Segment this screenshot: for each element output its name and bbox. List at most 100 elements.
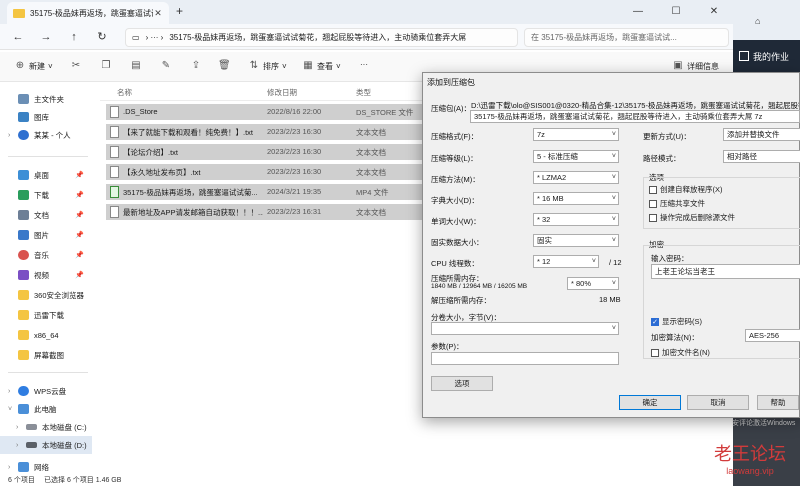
memory-percent-select[interactable]: * 80% ˅ [567, 277, 619, 290]
view-button[interactable]: ▦ 查看 ˅ [302, 60, 340, 72]
pin-icon: 📌 [75, 212, 84, 219]
rename-button[interactable]: ✎ [160, 60, 172, 72]
cancel-button[interactable]: 取消 [687, 395, 749, 410]
sidebar-item-home[interactable]: 主文件夹 [0, 90, 92, 108]
sort-button[interactable]: ⇅ 排序 ˅ [248, 60, 287, 72]
sidebar-item-label: 下载 [34, 190, 49, 200]
delete-source-checkbox[interactable]: 操作完成后删除源文件 [649, 212, 735, 223]
sidebar-item-documents[interactable]: 文档 📌 [0, 206, 92, 224]
sidebar-item-this-pc[interactable]: ˅ 此电脑 [0, 400, 92, 418]
sidebar-item-drive-c[interactable]: › 本地磁盘 (C:) [0, 418, 92, 436]
text-file-icon [110, 166, 119, 178]
maximize-button[interactable]: ☐ [657, 0, 695, 22]
table-row[interactable]: 35175-极品妹再返场，跳蛋塞逼试试菊... 2024/3/21 19:35 … [106, 184, 430, 200]
sidebar-item-wps-cloud[interactable]: › WPS云盘 [0, 382, 92, 400]
sidebar-item-music[interactable]: 音乐 📌 [0, 246, 92, 264]
table-row[interactable]: 最新地址及APP请发邮箱自动获取！！！... 2023/2/23 16:31 文… [106, 204, 430, 220]
details-button[interactable]: ▣ 详细信息 [672, 60, 719, 72]
sort-icon: ⇅ [249, 60, 259, 71]
paste-button[interactable]: ▤ [130, 60, 142, 72]
method-value: * LZMA2 [537, 173, 567, 182]
sidebar-item-360browser[interactable]: 360安全浏览器 [0, 286, 92, 304]
column-header-date[interactable]: 修改日期 [267, 87, 297, 98]
tab-close-icon[interactable]: ✕ [153, 8, 163, 19]
sidebar-item-onedrive[interactable]: › 某某 - 个人 [0, 126, 92, 144]
chevron-right-icon[interactable]: › [8, 464, 18, 471]
sidebar-item-label: 360安全浏览器 [34, 290, 85, 300]
folder-icon [13, 8, 25, 18]
table-row[interactable]: 【论坛介绍】.txt 2023/2/23 16:30 文本文档 [106, 144, 430, 160]
sidebar-item-gallery[interactable]: 图库 [0, 108, 92, 126]
chevron-down-icon: ˅ [591, 258, 596, 265]
split-size-select[interactable]: ˅ [431, 322, 619, 335]
cpu-threads-select[interactable]: * 12 ˅ [533, 255, 599, 268]
delete-button[interactable]: 🗑 [218, 60, 231, 72]
sidebar-item-drive-d[interactable]: › 本地磁盘 (D:) [0, 436, 92, 454]
parameters-label: 参数(P)： [431, 342, 464, 351]
compress-shared-checkbox[interactable]: 压缩共享文件 [649, 198, 705, 209]
archive-name-field[interactable]: 35175-极品妹再返场，跳蛋塞逼试试菊花，翘起屁股等待进入，主动骑乘位套弄大屌… [470, 110, 800, 123]
show-password-checkbox[interactable]: ✓ 显示密码(S) [651, 316, 702, 327]
file-icon [110, 106, 119, 118]
table-row[interactable]: 【来了就能下载和观看！纯免费！】.txt 2023/2/23 16:30 文本文… [106, 124, 430, 140]
account-icon[interactable]: ⌂ [755, 16, 760, 26]
word-size-select[interactable]: * 32 ˅ [533, 213, 619, 226]
column-header-type[interactable]: 类型 [356, 87, 371, 98]
method-select[interactable]: * LZMA2 ˅ [533, 171, 619, 184]
chevron-right-icon[interactable]: › [8, 388, 18, 395]
file-name: 最新地址及APP请发邮箱自动获取！！！... [123, 208, 263, 217]
encryption-method-select[interactable]: AES-256 [745, 329, 800, 342]
chevron-down-icon: ˅ [611, 153, 616, 160]
chevron-right-icon[interactable]: › [8, 132, 18, 139]
search-input[interactable]: 在 35175-极品妹再返场，跳蛋塞逼试试... [524, 28, 729, 47]
sidebar-item-label: 音乐 [34, 250, 49, 260]
chevron-down-icon[interactable]: ˅ [8, 406, 18, 413]
create-sfx-checkbox[interactable]: 创建自释放程序(X) [649, 184, 723, 195]
sidebar-item-screenshots[interactable]: 屏幕截图 [0, 346, 92, 364]
ok-button[interactable]: 确定 [619, 395, 681, 410]
sidebar-item-pictures[interactable]: 图片 📌 [0, 226, 92, 244]
sidebar-item-videos[interactable]: 视频 📌 [0, 266, 92, 284]
update-mode-select[interactable]: 添加并替换文件 [723, 128, 800, 141]
forward-arrow-icon[interactable]: → [38, 29, 54, 45]
password-input[interactable]: 上老王论坛当老王 [651, 264, 800, 279]
options-button[interactable]: 选项 [431, 376, 493, 391]
refresh-icon[interactable]: ↻ [94, 29, 110, 45]
help-button[interactable]: 帮助 [757, 395, 799, 410]
chevron-right-icon[interactable]: › [16, 442, 26, 449]
sidebar-item-desktop[interactable]: 桌面 📌 [0, 166, 92, 184]
more-button[interactable]: ··· [360, 60, 368, 69]
breadcrumb-more-icon[interactable]: › ··· › [146, 33, 164, 42]
path-breadcrumb[interactable]: ▭ › ··· › 35175-极品妹再返场，跳蛋塞逼试试菊花，翘起屁股等待进入… [125, 28, 518, 47]
path-mode-value: 相对路径 [727, 152, 757, 161]
level-select[interactable]: 5 - 标准压缩 ˅ [533, 150, 619, 163]
table-row[interactable]: .DS_Store 2022/8/16 22:00 DS_STORE 文件 [106, 104, 430, 120]
solid-select[interactable]: 固实 ˅ [533, 234, 619, 247]
up-arrow-icon[interactable]: ↑ [66, 29, 82, 45]
new-tab-button[interactable]: + [176, 4, 183, 18]
tab-current-folder[interactable]: 35175-极品妹再返场，跳蛋塞逼试试菊 ✕ [7, 2, 169, 24]
dictionary-select[interactable]: * 16 MB ˅ [533, 192, 619, 205]
new-button[interactable]: ⊕ 新建 ˅ [14, 60, 53, 72]
minimize-button[interactable]: — [619, 0, 657, 22]
table-row[interactable]: 【永久地址发布页】.txt 2023/2/23 16:30 文本文档 [106, 164, 430, 180]
parameters-input[interactable] [431, 352, 619, 365]
column-header-name[interactable]: 名称 [117, 87, 132, 98]
sidebar-item-x86-64[interactable]: x86_64 [0, 326, 92, 344]
copy-button[interactable]: ❐ [100, 60, 112, 72]
chevron-right-icon[interactable]: › [16, 424, 26, 431]
pin-icon: 📌 [75, 272, 84, 279]
back-arrow-icon[interactable]: ← [10, 29, 26, 45]
sidebar-item-xunlei[interactable]: 迅雷下载 [0, 306, 92, 324]
cloud-drive-icon [18, 386, 29, 396]
path-mode-select[interactable]: 相对路径 [723, 150, 800, 163]
cut-button[interactable]: ✂ [70, 60, 82, 72]
encrypt-filenames-checkbox[interactable]: 加密文件名(N) [651, 347, 710, 358]
share-button[interactable]: ⇪ [190, 60, 202, 72]
sidebar-item-downloads[interactable]: 下载 📌 [0, 186, 92, 204]
close-window-button[interactable]: ✕ [695, 0, 733, 22]
password-label: 输入密码： [651, 254, 689, 263]
file-date: 2022/8/16 22:00 [267, 107, 322, 116]
format-select[interactable]: 7z ˅ [533, 128, 619, 141]
my-homework-link[interactable]: 我的作业 [733, 46, 800, 66]
